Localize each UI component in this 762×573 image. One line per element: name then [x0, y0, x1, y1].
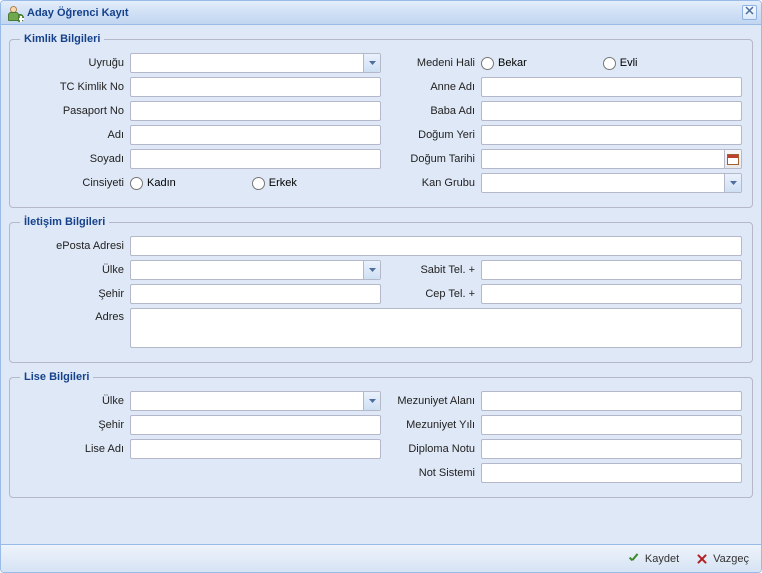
radio-erkek-input[interactable] — [252, 177, 265, 190]
pasaport-input[interactable] — [130, 101, 381, 121]
radio-evli-label: Evli — [620, 57, 638, 69]
label-adi: Adı — [20, 129, 130, 141]
footer-toolbar: Kaydet Vazgeç — [1, 544, 761, 572]
diploma-notu-input[interactable] — [481, 439, 742, 459]
cancel-button-label: Vazgeç — [713, 553, 749, 565]
school-ulke-input[interactable] — [131, 392, 363, 410]
radio-bekar-label: Bekar — [498, 57, 527, 69]
label-sabit-tel: Sabit Tel. + — [381, 264, 481, 276]
radio-bekar[interactable]: Bekar — [481, 57, 527, 70]
radio-kadin-label: Kadın — [147, 177, 176, 189]
label-cep-tel: Cep Tel. + — [381, 288, 481, 300]
label-dogum-tarihi: Doğum Tarihi — [381, 153, 481, 165]
body-area: Kimlik Bilgileri Uyruğu — [1, 25, 761, 544]
adi-input[interactable] — [130, 125, 381, 145]
label-dogum-yeri: Doğum Yeri — [381, 129, 481, 141]
dogum-tarihi-field[interactable] — [481, 149, 742, 169]
titlebar: Aday Öğrenci Kayıt — [1, 1, 761, 25]
adres-input[interactable] — [130, 308, 742, 348]
user-add-icon — [7, 5, 23, 21]
uyrugu-trigger[interactable] — [363, 54, 380, 72]
label-mezuniyet-alani: Mezuniyet Alanı — [381, 395, 481, 407]
contact-ulke-input[interactable] — [131, 261, 363, 279]
label-school-sehir: Şehir — [20, 419, 130, 431]
label-pasaport: Pasaport No — [20, 105, 130, 117]
label-baba-adi: Baba Adı — [381, 105, 481, 117]
section-contact-legend: İletişim Bilgileri — [20, 216, 109, 228]
mezuniyet-yili-input[interactable] — [481, 415, 742, 435]
label-uyrugu: Uyruğu — [20, 57, 130, 69]
uyrugu-combo[interactable] — [130, 53, 381, 73]
radio-kadin[interactable]: Kadın — [130, 177, 176, 190]
cross-icon — [695, 552, 709, 566]
window-title: Aday Öğrenci Kayıt — [27, 7, 128, 19]
radio-evli-input[interactable] — [603, 57, 616, 70]
radio-bekar-input[interactable] — [481, 57, 494, 70]
tick-icon — [627, 552, 641, 566]
contact-ulke-combo[interactable] — [130, 260, 381, 280]
label-medeni-hali: Medeni Hali — [381, 57, 481, 69]
baba-adi-input[interactable] — [481, 101, 742, 121]
close-button[interactable] — [742, 5, 757, 20]
label-kan-grubu: Kan Grubu — [381, 177, 481, 189]
label-mezuniyet-yili: Mezuniyet Yılı — [381, 419, 481, 431]
label-anne-adi: Anne Adı — [381, 81, 481, 93]
label-lise-adi: Lise Adı — [20, 443, 130, 455]
label-school-ulke: Ülke — [20, 395, 130, 407]
kan-grubu-trigger[interactable] — [724, 174, 741, 192]
sabit-tel-input[interactable] — [481, 260, 742, 280]
tc-kimlik-input[interactable] — [130, 77, 381, 97]
dialog-window: Aday Öğrenci Kayıt Kimlik Bilgileri Uyru… — [0, 0, 762, 573]
not-sistemi-input[interactable] — [481, 463, 742, 483]
label-cinsiyeti: Cinsiyeti — [20, 177, 130, 189]
section-identity: Kimlik Bilgileri Uyruğu — [9, 33, 753, 208]
calendar-trigger[interactable] — [724, 150, 741, 168]
dogum-tarihi-input[interactable] — [482, 150, 724, 168]
save-button-label: Kaydet — [645, 553, 679, 565]
soyadi-input[interactable] — [130, 149, 381, 169]
school-ulke-combo[interactable] — [130, 391, 381, 411]
dogum-yeri-input[interactable] — [481, 125, 742, 145]
calendar-icon — [727, 154, 739, 165]
mezuniyet-alani-input[interactable] — [481, 391, 742, 411]
contact-sehir-input[interactable] — [130, 284, 381, 304]
section-school: Lise Bilgileri Ülke — [9, 371, 753, 498]
label-soyadi: Soyadı — [20, 153, 130, 165]
anne-adi-input[interactable] — [481, 77, 742, 97]
kan-grubu-input[interactable] — [482, 174, 724, 192]
label-contact-ulke: Ülke — [20, 264, 130, 276]
school-ulke-trigger[interactable] — [363, 392, 380, 410]
label-adres: Adres — [20, 308, 130, 323]
save-button[interactable]: Kaydet — [623, 550, 683, 568]
section-identity-legend: Kimlik Bilgileri — [20, 33, 104, 45]
school-sehir-input[interactable] — [130, 415, 381, 435]
lise-adi-input[interactable] — [130, 439, 381, 459]
uyrugu-input[interactable] — [131, 54, 363, 72]
cancel-button[interactable]: Vazgeç — [691, 550, 753, 568]
label-tc-kimlik: TC Kimlik No — [20, 81, 130, 93]
label-eposta: ePosta Adresi — [20, 240, 130, 252]
label-contact-sehir: Şehir — [20, 288, 130, 300]
section-school-legend: Lise Bilgileri — [20, 371, 93, 383]
eposta-input[interactable] — [130, 236, 742, 256]
radio-kadin-input[interactable] — [130, 177, 143, 190]
radio-erkek-label: Erkek — [269, 177, 297, 189]
contact-ulke-trigger[interactable] — [363, 261, 380, 279]
section-contact: İletişim Bilgileri ePosta Adresi Ülke — [9, 216, 753, 363]
label-not-sistemi: Not Sistemi — [381, 467, 481, 479]
radio-erkek[interactable]: Erkek — [252, 177, 297, 190]
label-diploma-notu: Diploma Notu — [381, 443, 481, 455]
radio-evli[interactable]: Evli — [603, 57, 638, 70]
cep-tel-input[interactable] — [481, 284, 742, 304]
kan-grubu-combo[interactable] — [481, 173, 742, 193]
